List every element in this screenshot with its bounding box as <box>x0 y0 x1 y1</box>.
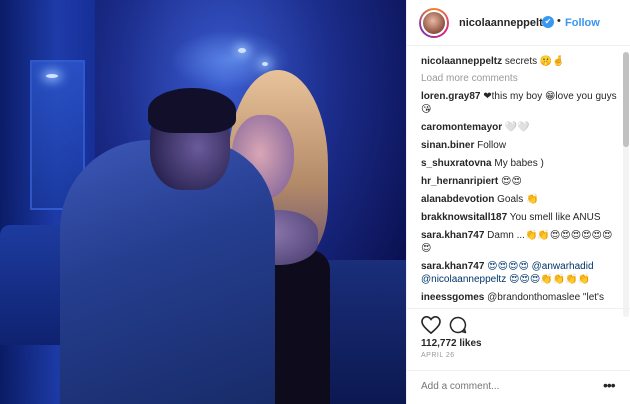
comment-username[interactable]: brakknowsitall187 <box>421 212 507 223</box>
heart-icon[interactable] <box>421 316 441 334</box>
post-actions <box>407 308 630 340</box>
post-date: APRIL 26 <box>421 352 455 359</box>
comment-item: sinan.biner Follow <box>421 139 617 152</box>
photo-man-hair <box>148 88 236 133</box>
photo-lamp <box>46 74 58 78</box>
comment-item: sara.khan747 Damn ...👏👏😍😍😍😍😍😍😍 <box>421 229 617 255</box>
comments-scrollbar[interactable] <box>623 52 629 317</box>
comment-item: ineessgomes @brandonthomaslee "let's get… <box>421 291 617 305</box>
header-username[interactable]: nicolaanneppeltz <box>459 17 548 29</box>
photo-lamp <box>262 62 268 66</box>
likes-count[interactable]: 112,772 likes <box>421 338 482 349</box>
add-comment-input[interactable] <box>421 381 581 392</box>
comment-text: 😍😍 <box>501 176 522 187</box>
load-more-comments-button[interactable]: Load more comments <box>421 73 617 84</box>
comment-username[interactable]: ineessgomes <box>421 292 484 303</box>
comment-item: s_shuxratovna My babes ) <box>421 157 617 170</box>
comment-text: Follow <box>477 140 507 151</box>
post-photo[interactable] <box>0 0 406 404</box>
comment-username[interactable]: sara.khan747 <box>421 230 484 241</box>
caption-username[interactable]: nicolaanneppeltz <box>421 56 502 67</box>
comment-item: loren.gray87 ❤this my boy 😁love you guys… <box>421 90 617 116</box>
avatar[interactable] <box>419 8 449 38</box>
caption: nicolaanneppeltz secrets 🤫🤞 <box>421 55 617 68</box>
post-header: nicolaanneppeltz ✔ • Follow <box>407 0 630 46</box>
comment-item: caromontemayor 🤍🤍 <box>421 121 617 134</box>
comment-item: alanabdevotion Goals 👏 <box>421 193 617 206</box>
caption-text: secrets 🤫🤞 <box>504 56 565 67</box>
scrollbar-thumb[interactable] <box>623 52 629 147</box>
comment-username[interactable]: caromontemayor <box>421 122 502 133</box>
more-options-button[interactable]: ••• <box>603 377 616 393</box>
comment-username[interactable]: sara.khan747 <box>421 261 484 272</box>
comments-list: nicolaanneppeltz secrets 🤫🤞 Load more co… <box>421 55 617 305</box>
comment-text: My babes ) <box>494 158 544 169</box>
comment-username[interactable]: loren.gray87 <box>421 91 480 102</box>
comment-text: 🤍🤍 <box>504 122 530 133</box>
add-comment-bar: ••• <box>407 370 630 404</box>
comment-text: Goals 👏 <box>497 194 539 205</box>
comment-username[interactable]: alanabdevotion <box>421 194 494 205</box>
photo-lamp <box>238 48 246 53</box>
header-separator: • <box>557 15 561 27</box>
comment-item: hr_hernanripiert 😍😍 <box>421 175 617 188</box>
post-sidebar: nicolaanneppeltz ✔ • Follow nicolaannepp… <box>406 0 630 404</box>
comment-item: sara.khan747 😍😍😍😍 @anwarhadid @nicolaann… <box>421 260 617 286</box>
comment-item: brakknowsitall187 You smell like ANUS <box>421 211 617 224</box>
comment-username[interactable]: hr_hernanripiert <box>421 176 498 187</box>
comment-username[interactable]: sinan.biner <box>421 140 474 151</box>
comment-text: You smell like ANUS <box>509 212 601 223</box>
verified-badge-icon: ✔ <box>542 16 554 28</box>
comment-icon[interactable] <box>449 316 467 334</box>
follow-button[interactable]: Follow <box>565 17 600 29</box>
comment-username[interactable]: s_shuxratovna <box>421 158 492 169</box>
